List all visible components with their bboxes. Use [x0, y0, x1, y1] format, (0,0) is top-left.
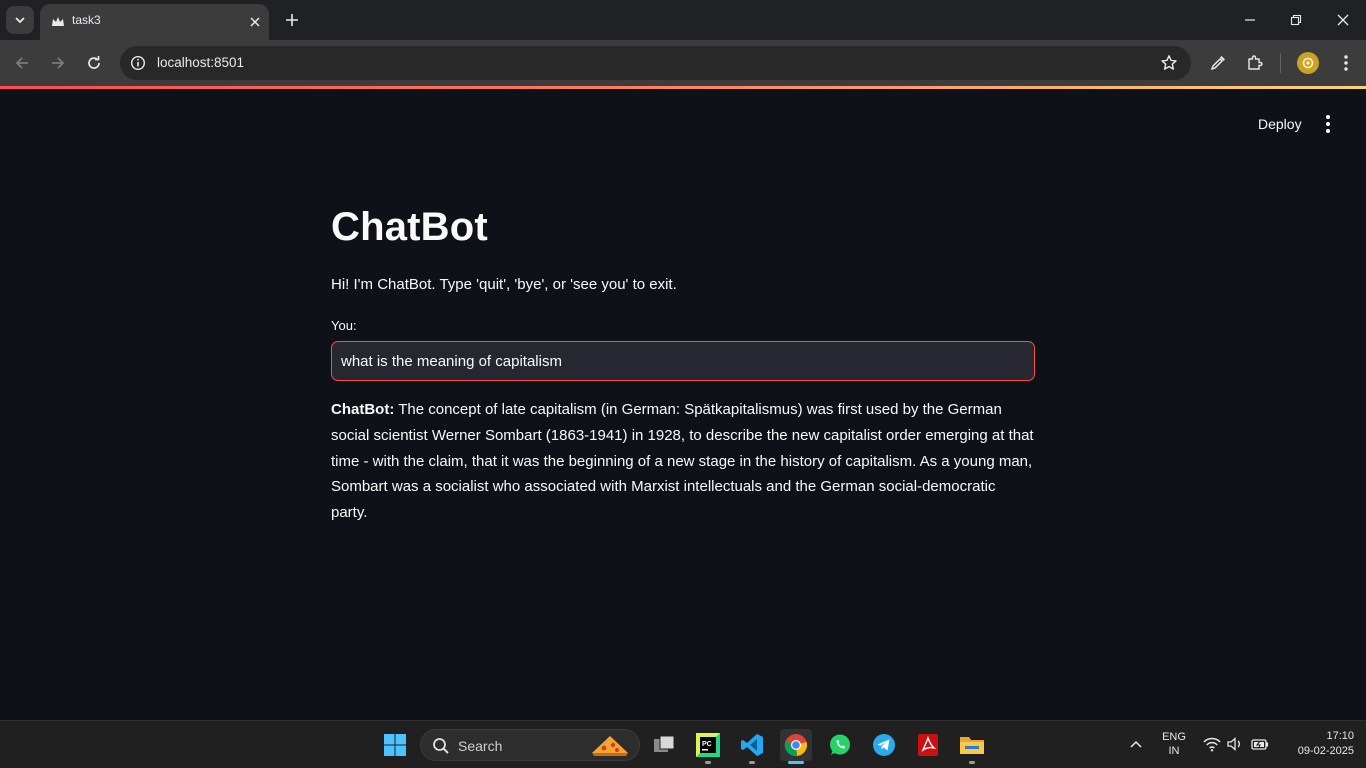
whatsapp-icon: [830, 734, 850, 755]
pycharm-icon: PC: [696, 733, 720, 757]
task-view-button[interactable]: [648, 729, 680, 761]
menu-dot: [1326, 129, 1330, 133]
restore-icon: [1290, 14, 1302, 26]
taskbar-whatsapp[interactable]: [824, 729, 856, 761]
profile-avatar[interactable]: [1297, 52, 1319, 74]
show-hidden-icons-button[interactable]: [1127, 735, 1145, 753]
site-info-icon[interactable]: [130, 55, 146, 71]
response-text: The concept of late capitalism (in Germa…: [331, 401, 1034, 522]
minimize-button[interactable]: [1227, 0, 1273, 40]
windows-logo-icon: [384, 734, 406, 756]
page-title: ChatBot: [331, 205, 488, 249]
bookmark-star-icon[interactable]: [1160, 54, 1178, 72]
puzzle-piece-icon: [1248, 55, 1263, 70]
system-clock[interactable]: 17:10 09-02-2025: [1278, 730, 1354, 757]
profile-icon: [1302, 57, 1314, 69]
chat-input-label: You:: [331, 318, 357, 333]
tab-search-button[interactable]: [6, 6, 34, 34]
tab-title: task3: [72, 13, 101, 27]
acrobat-icon: [918, 734, 938, 756]
taskbar-search-box[interactable]: Search: [420, 729, 640, 761]
reload-icon: [88, 56, 100, 69]
restore-button[interactable]: [1273, 0, 1319, 40]
chevron-down-icon: [15, 17, 25, 24]
folder-icon: [960, 737, 984, 754]
language-code: ENG: [1162, 731, 1186, 743]
streamlit-app: Deploy ChatBot Hi! I'm ChatBot. Type 'qu…: [0, 89, 1366, 720]
wifi-status[interactable]: [1203, 735, 1221, 753]
eyedropper-icon: [1210, 56, 1225, 71]
address-url[interactable]: localhost:8501: [157, 55, 244, 70]
taskbar-acrobat[interactable]: [912, 729, 944, 761]
running-indicator: [705, 761, 711, 764]
browser-tab-strip: task3: [0, 0, 1366, 40]
kebab-menu-icon: [1344, 55, 1348, 71]
response-speaker: ChatBot:: [331, 401, 395, 418]
clock-time: 17:10: [1326, 730, 1354, 742]
clock-date: 09-02-2025: [1297, 745, 1354, 757]
language-indicator[interactable]: ENG IN: [1160, 731, 1188, 757]
chevron-up-icon: [1130, 740, 1142, 748]
menu-dot: [1326, 115, 1330, 119]
forward-button[interactable]: [45, 50, 71, 76]
minimize-icon: [1245, 19, 1255, 21]
arrow-right-icon: [52, 57, 65, 69]
deploy-button[interactable]: Deploy: [1246, 111, 1314, 137]
taskbar-telegram[interactable]: [868, 729, 900, 761]
chat-input[interactable]: [331, 341, 1035, 381]
battery-status[interactable]: [1251, 735, 1269, 753]
taskbar-file-explorer[interactable]: [956, 729, 988, 764]
speaker-icon: [1227, 737, 1240, 751]
language-region: IN: [1168, 745, 1180, 757]
telegram-icon: [873, 734, 895, 756]
toolbar-divider: [1280, 53, 1281, 73]
chatbot-response: ChatBot: The concept of late capitalism …: [331, 397, 1035, 526]
reload-button[interactable]: [81, 50, 107, 76]
task-view-icon: [654, 735, 675, 752]
browser-menu-button[interactable]: [1335, 52, 1357, 74]
running-indicator: [969, 761, 975, 764]
taskbar-search-label: Search: [458, 738, 503, 754]
browser-tab-task3[interactable]: task3: [40, 4, 269, 40]
new-tab-button[interactable]: [280, 8, 304, 32]
close-icon: [1337, 14, 1349, 26]
taskbar-pycharm[interactable]: PC: [692, 729, 724, 764]
intro-text: Hi! I'm ChatBot. Type 'quit', 'bye', or …: [331, 276, 677, 293]
svg-text:PC: PC: [702, 741, 712, 748]
active-indicator: [788, 761, 804, 764]
tab-close-button[interactable]: [246, 13, 264, 31]
wifi-icon: [1203, 737, 1221, 752]
windows-taskbar: Search PC ENG IN 17:10 09-02-2025: [0, 720, 1366, 768]
browser-toolbar: localhost:8501: [0, 40, 1366, 86]
start-button[interactable]: [379, 729, 411, 761]
pizza-search-highlight-icon: [592, 736, 628, 756]
search-icon: [433, 738, 449, 754]
plus-icon: [286, 14, 298, 26]
app-main-menu-button[interactable]: [1318, 113, 1338, 135]
close-window-button[interactable]: [1320, 0, 1366, 40]
taskbar-chrome[interactable]: [780, 729, 812, 764]
volume-status[interactable]: [1226, 735, 1244, 753]
streamlit-crown-icon: [52, 17, 64, 26]
running-indicator: [749, 761, 755, 764]
back-button[interactable]: [9, 50, 35, 76]
address-bar[interactable]: localhost:8501: [120, 46, 1191, 80]
arrow-left-icon: [15, 57, 28, 69]
battery-charging-icon: [1251, 739, 1269, 750]
close-icon: [250, 17, 260, 27]
extensions-button[interactable]: [1244, 52, 1266, 74]
eyedropper-extension-button[interactable]: [1207, 52, 1229, 74]
menu-dot: [1326, 122, 1330, 126]
chrome-icon: [784, 734, 807, 757]
taskbar-vscode[interactable]: [736, 729, 768, 764]
vscode-icon: [741, 734, 763, 756]
